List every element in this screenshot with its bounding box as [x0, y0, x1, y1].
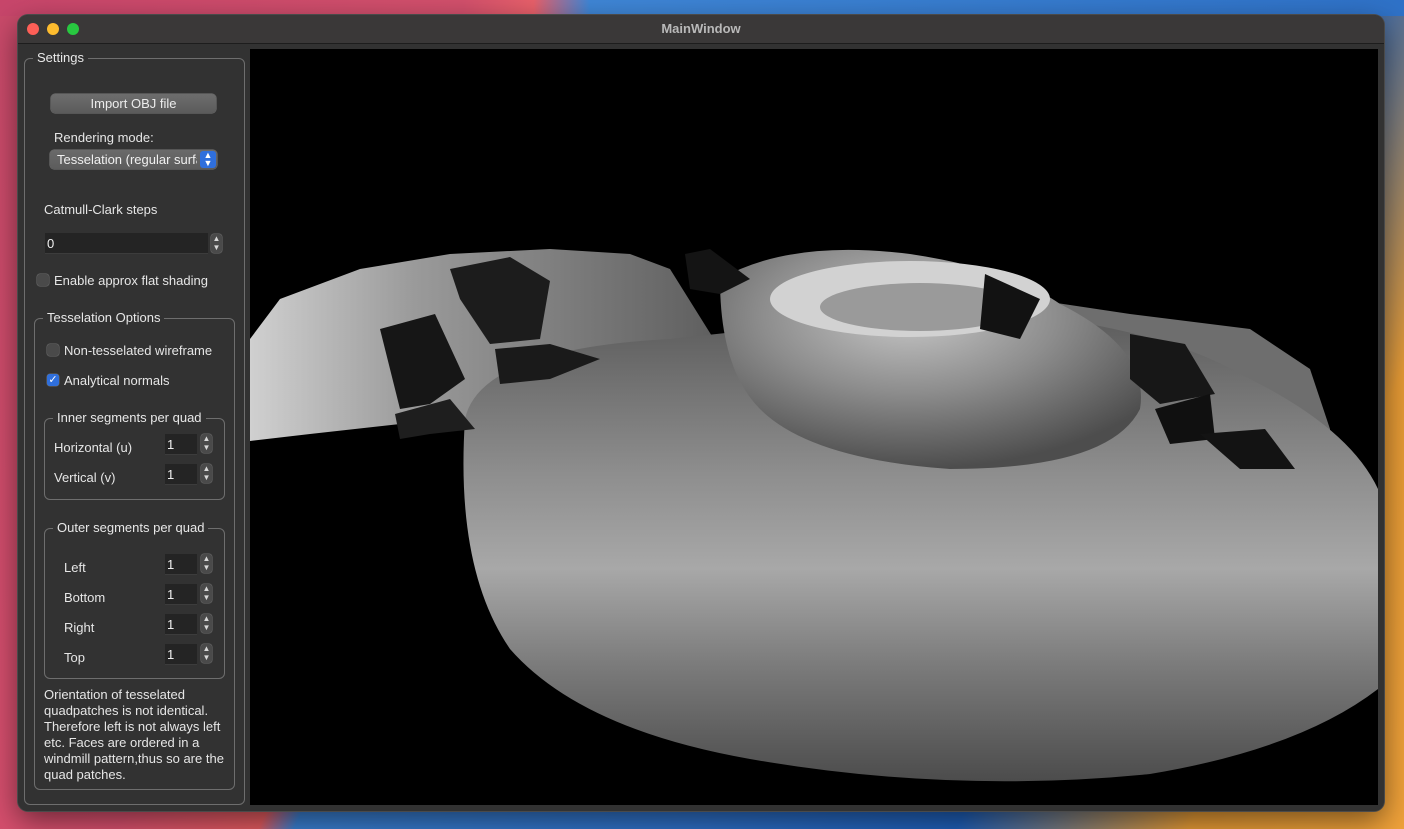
left-input[interactable]: 1: [165, 554, 197, 575]
rendering-mode-label: Rendering mode:: [54, 130, 154, 145]
top-stepper[interactable]: ▲ ▼: [201, 644, 212, 663]
flat-shading-label: Enable approx flat shading: [54, 273, 208, 288]
catmull-clark-value: 0: [47, 236, 55, 251]
horizontal-label: Horizontal (u): [54, 440, 133, 455]
top-input[interactable]: 1: [165, 644, 197, 665]
left-value: 1: [167, 557, 175, 572]
analytical-normals-checkbox[interactable]: ✓: [47, 374, 59, 386]
catmull-clark-input[interactable]: 0: [45, 233, 208, 254]
flat-shading-checkbox[interactable]: [37, 274, 49, 286]
top-label: Top: [64, 650, 85, 665]
window-title: MainWindow: [661, 21, 741, 36]
horizontal-value: 1: [167, 437, 175, 452]
wireframe-label: Non-tesselated wireframe: [64, 343, 213, 358]
window-content: Settings Import OBJ file Rendering mode:…: [18, 44, 1384, 811]
desktop-wallpaper: [0, 0, 1404, 16]
vertical-stepper[interactable]: ▲ ▼: [201, 464, 212, 483]
bottom-input[interactable]: 1: [165, 584, 197, 605]
rendering-mode-value: Tesselation (regular surface): [57, 152, 197, 167]
outer-segments-title: Outer segments per quad: [53, 520, 209, 535]
catmull-clark-stepper[interactable]: ▲ ▼: [211, 234, 222, 253]
wireframe-checkbox[interactable]: [47, 344, 59, 356]
right-value: 1: [167, 617, 175, 632]
right-input[interactable]: 1: [165, 614, 197, 635]
checkmark-icon: ✓: [48, 374, 58, 386]
vertical-input[interactable]: 1: [165, 464, 197, 485]
settings-group-title: Settings: [33, 50, 88, 65]
title-bar[interactable]: MainWindow: [18, 15, 1384, 44]
top-value: 1: [167, 647, 175, 662]
inner-segments-group: Inner segments per quad: [44, 410, 225, 500]
bottom-value: 1: [167, 587, 175, 602]
render-viewport[interactable]: [250, 49, 1378, 805]
horizontal-stepper[interactable]: ▲ ▼: [201, 434, 212, 453]
import-obj-button[interactable]: Import OBJ file: [51, 94, 216, 113]
catmull-clark-label: Catmull-Clark steps: [44, 202, 158, 217]
tesselation-options-title: Tesselation Options: [43, 310, 165, 325]
main-window: MainWindow Settings Import OBJ file Rend…: [18, 15, 1384, 811]
analytical-normals-label: Analytical normals: [64, 373, 170, 388]
chevron-updown-icon: ▲ ▼: [200, 151, 216, 168]
rendered-3d-model: [250, 249, 1378, 782]
right-label: Right: [64, 620, 95, 635]
bottom-stepper[interactable]: ▲ ▼: [201, 584, 212, 603]
left-stepper[interactable]: ▲ ▼: [201, 554, 212, 573]
vertical-value: 1: [167, 467, 175, 482]
rendering-mode-select[interactable]: Tesselation (regular surface) ▲▼: [50, 150, 217, 169]
left-label: Left: [64, 560, 86, 575]
right-stepper[interactable]: ▲ ▼: [201, 614, 212, 633]
bottom-label: Bottom: [64, 590, 106, 605]
orientation-note: Orientation of tesselated quadpatches is…: [44, 687, 224, 782]
vertical-label: Vertical (v): [54, 470, 116, 485]
horizontal-input[interactable]: 1: [165, 434, 197, 455]
inner-segments-title: Inner segments per quad: [53, 410, 206, 425]
